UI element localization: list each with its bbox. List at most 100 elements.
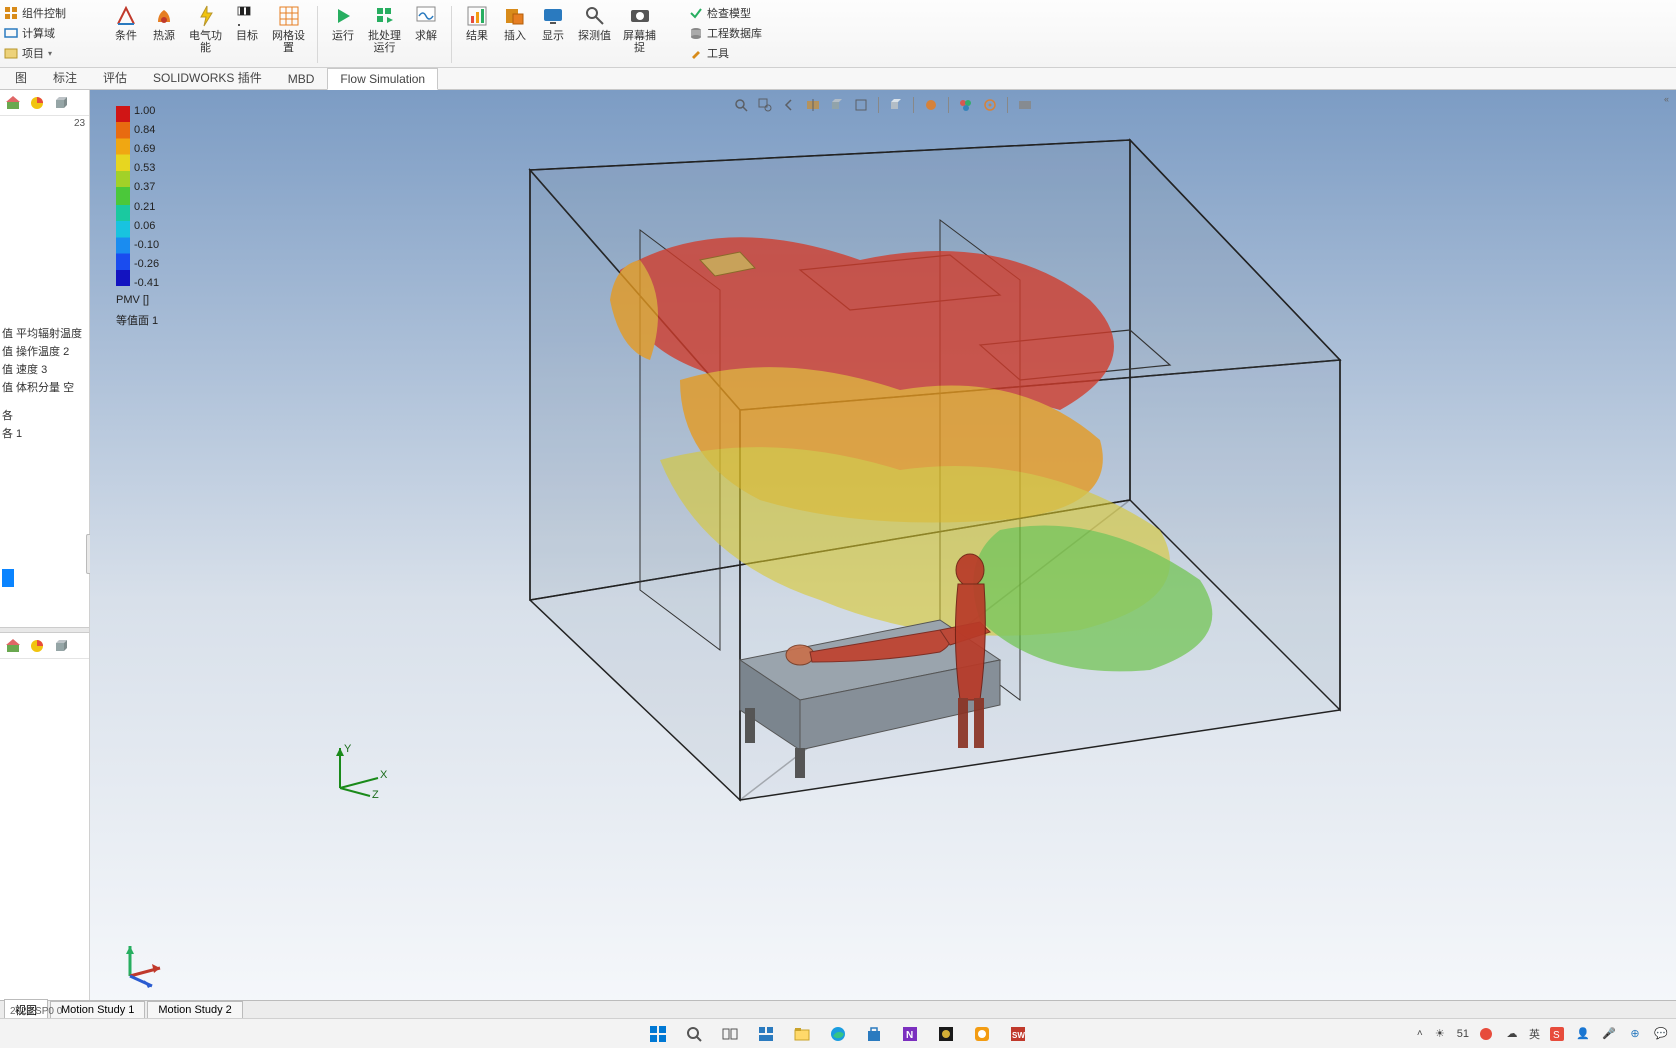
store-icon[interactable] [859,1021,889,1047]
legend-tick: 0.53 [134,163,159,173]
electrical-icon [194,4,218,28]
run-button[interactable]: 运行 [324,2,362,67]
graphics-viewport[interactable]: « 1.00 0.84 0.69 0.53 [90,90,1676,1018]
batch-run-icon [373,4,397,28]
tree-pie-icon[interactable] [28,637,46,655]
main-area: 23 值 平均辐射温度 值 操作温度 2 值 速度 3 值 体积分量 空 各 各… [0,90,1676,1018]
check-model-icon [689,6,703,20]
start-button[interactable] [643,1021,673,1047]
solve-label: 求解 [415,30,437,42]
widgets-icon[interactable] [751,1021,781,1047]
tab-view[interactable]: 图 [2,65,40,89]
explorer-icon[interactable] [787,1021,817,1047]
tree-item[interactable]: 各 1 [2,425,87,443]
tree-item[interactable]: 各 [2,407,87,425]
mesh-settings-icon [277,4,301,28]
conditions-button[interactable]: 条件 [107,2,145,67]
mesh-settings-button[interactable]: 网格设 置 [266,2,311,67]
probe-button[interactable]: 探测值 [572,2,617,67]
project-icon [4,46,18,60]
app-icon[interactable] [931,1021,961,1047]
ribbon-left-group: 组件控制 计算域 项目 ▾ [4,2,94,62]
view-triad[interactable] [118,938,168,988]
origin-triad: Y X Z [330,738,390,798]
solidworks-icon[interactable]: SW [1003,1021,1033,1047]
tray-mic-icon[interactable]: 🎤 [1600,1025,1618,1043]
legend-tick: 0.06 [134,221,159,231]
probe-icon [583,4,607,28]
electrical-label: 电气功 能 [189,30,222,54]
tab-flow-simulation[interactable]: Flow Simulation [327,68,438,90]
tray-chevron-icon[interactable]: ˄ [1417,1028,1423,1039]
project-dropdown-icon: ▾ [48,49,52,58]
batch-run-button[interactable]: 批处理 运行 [362,2,407,67]
taskbar-center: N SW [643,1021,1033,1047]
svg-text:S: S [1553,1030,1560,1041]
compute-domain-button[interactable]: 计算域 [4,24,94,42]
electrical-button[interactable]: 电气功 能 [183,2,228,67]
legend-name: 等值面 1 [116,312,159,328]
conditions-label: 条件 [115,30,137,42]
tree-cube-icon[interactable] [52,637,70,655]
edge-icon[interactable] [823,1021,853,1047]
insert-button[interactable]: 插入 [496,2,534,67]
taskbar-search-icon[interactable] [679,1021,709,1047]
tab-sw-addins[interactable]: SOLIDWORKS 插件 [140,65,275,89]
tray-sogou-icon[interactable]: S [1548,1025,1566,1043]
tray-app-icon[interactable] [1477,1025,1495,1043]
project-button[interactable]: 项目 ▾ [4,44,94,62]
tree-home-icon[interactable] [4,94,22,112]
tree-item[interactable]: 值 速度 3 [2,361,87,379]
command-manager-tabs: 图 标注 评估 SOLIDWORKS 插件 MBD Flow Simulatio… [0,68,1676,90]
batch-run-label: 批处理 运行 [368,30,401,54]
eng-db-button[interactable]: 工程数据库 [689,24,762,42]
tree-item[interactable]: 值 操作温度 2 [2,343,87,361]
solve-button[interactable]: 求解 [407,2,445,67]
task-pane-collapse-icon[interactable]: « [1664,94,1674,104]
screen-capture-button[interactable]: 屏幕捕 捉 [617,2,662,67]
tree-cube-icon[interactable] [52,94,70,112]
insert-label: 插入 [504,30,526,42]
check-model-button[interactable]: 检查模型 [689,4,762,22]
tray-temp: 51 [1457,1028,1469,1040]
results-button[interactable]: 结果 [458,2,496,67]
goals-button[interactable]: 目标 [228,2,266,67]
ribbon-separator [317,6,318,63]
tray-weather-icon[interactable]: ☀ [1431,1025,1449,1043]
selected-indicator [2,569,14,587]
tab-mbd[interactable]: MBD [275,68,328,89]
app-icon-2[interactable] [967,1021,997,1047]
tray-globe-icon[interactable]: ⊕ [1626,1025,1644,1043]
goals-icon [235,4,259,28]
component-control-button[interactable]: 组件控制 [4,4,94,22]
check-model-label: 检查模型 [707,5,751,21]
heat-source-button[interactable]: 热源 [145,2,183,67]
ribbon-separator [451,6,452,63]
legend-color-bar [116,106,130,286]
tab-evaluate[interactable]: 评估 [90,65,140,89]
legend-ticks: 1.00 0.84 0.69 0.53 0.37 0.21 0.06 -0.10… [134,106,159,288]
results-label: 结果 [466,30,488,42]
display-label: 显示 [542,30,564,42]
axis-y-label: Y [344,743,352,755]
tray-notify-icon[interactable]: 💬 [1652,1025,1670,1043]
simulation-scene [300,100,1360,820]
display-button[interactable]: 显示 [534,2,572,67]
tree-home-icon[interactable] [4,637,22,655]
ribbon-toolbar: 组件控制 计算域 项目 ▾ 条件 热源 电气功 能 目标 [0,0,1676,68]
feature-tree-toolbar-top [0,90,89,116]
tree-pie-icon[interactable] [28,94,46,112]
tools-button[interactable]: 工具 [689,44,762,62]
ime-language[interactable]: 英 [1529,1026,1540,1042]
tree-item[interactable]: 值 平均辐射温度 [2,325,87,343]
bottom-tab-motion1[interactable]: Motion Study 1 [50,1001,145,1018]
tab-annotate[interactable]: 标注 [40,65,90,89]
bottom-tab-motion2[interactable]: Motion Study 2 [147,1001,242,1018]
tree-item[interactable]: 值 体积分量 空 [2,379,87,397]
task-view-icon[interactable] [715,1021,745,1047]
svg-text:N: N [906,1030,913,1041]
screen-capture-icon [628,4,652,28]
onenote-icon[interactable]: N [895,1021,925,1047]
tray-cloud-icon[interactable]: ☁ [1503,1025,1521,1043]
tray-user-icon[interactable]: 👤 [1574,1025,1592,1043]
